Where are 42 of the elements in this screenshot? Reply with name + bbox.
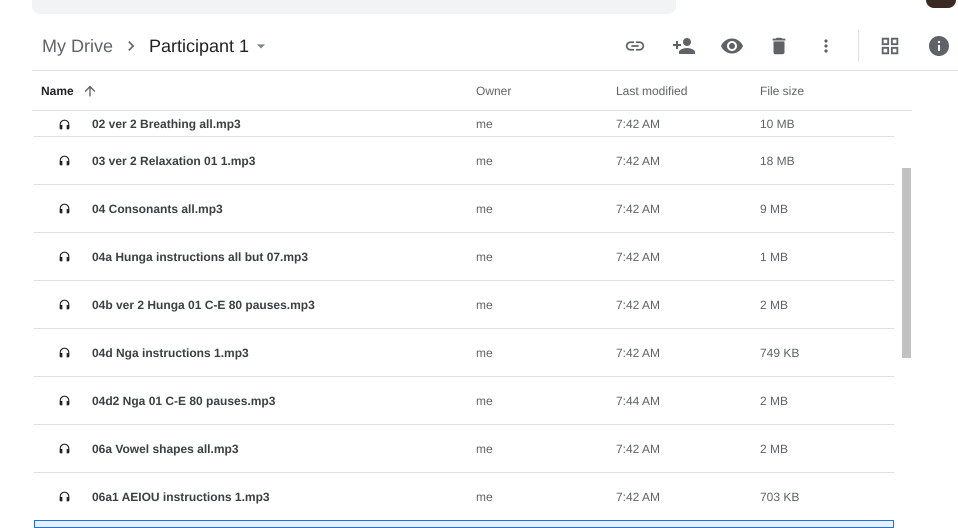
modified-cell-text: 7:42 AM xyxy=(616,296,662,314)
size-cell-text: 2 MB xyxy=(760,440,790,458)
modified-cell-text: 7:44 AM xyxy=(616,392,662,410)
file-name: 02 ver 2 Breathing all.mp3 xyxy=(92,116,241,133)
size-cell-text: 9 MB xyxy=(760,200,790,218)
size-cell-text: 2 MB xyxy=(760,296,790,314)
size-cell-text: 703 KB xyxy=(760,488,800,506)
breadcrumb-link[interactable]: My Drive xyxy=(42,32,113,60)
modified-cell-text: 7:42 AM xyxy=(616,200,662,218)
size-cell-text: 10 MB xyxy=(760,116,796,133)
modified-cell-text: 7:42 AM xyxy=(616,488,662,506)
size-cell-text: 1 MB xyxy=(760,248,790,266)
owner-cell-text: me xyxy=(476,248,494,266)
owner-cell-text: me xyxy=(476,440,494,458)
modified-cell-text: 7:42 AM xyxy=(616,152,662,170)
column-header[interactable]: Last modified xyxy=(616,82,688,100)
file-name: 03 ver 2 Relaxation 01 1.mp3 xyxy=(92,152,256,170)
file-name: 04d Nga instructions 1.mp3 xyxy=(92,344,249,362)
column-header[interactable]: File size xyxy=(760,82,804,100)
size-cell-text: 2 MB xyxy=(760,392,790,410)
file-name: 06a1 AEIOU instructions 1.mp3 xyxy=(92,488,270,506)
modified-cell-text: 7:42 AM xyxy=(616,440,662,458)
modified-cell-text: 7:42 AM xyxy=(616,248,662,266)
owner-cell-text: me xyxy=(476,344,494,362)
owner-cell-text: me xyxy=(476,392,494,410)
file-name: 04a Hunga instructions all but 07.mp3 xyxy=(92,248,308,266)
owner-cell-text: me xyxy=(476,488,494,506)
file-name: 04d2 Nga 01 C-E 80 pauses.mp3 xyxy=(92,392,276,410)
file-name: 06a Vowel shapes all.mp3 xyxy=(92,440,239,458)
column-header[interactable]: Name xyxy=(41,82,74,100)
size-cell-text: 18 MB xyxy=(760,152,796,170)
owner-cell-text: me xyxy=(476,116,494,133)
owner-cell-text: me xyxy=(476,200,494,218)
size-cell-text: 749 KB xyxy=(760,344,800,362)
file-name: 04b ver 2 Hunga 01 C-E 80 pauses.mp3 xyxy=(92,296,315,314)
file-name: 04 Consonants all.mp3 xyxy=(92,200,223,218)
owner-cell-text: me xyxy=(476,152,494,170)
modified-cell-text: 7:42 AM xyxy=(616,116,662,133)
column-header[interactable]: Owner xyxy=(476,82,512,100)
owner-cell-text: me xyxy=(476,296,494,314)
modified-cell-text: 7:42 AM xyxy=(616,344,662,362)
current-folder[interactable]: Participant 1 xyxy=(149,32,250,60)
